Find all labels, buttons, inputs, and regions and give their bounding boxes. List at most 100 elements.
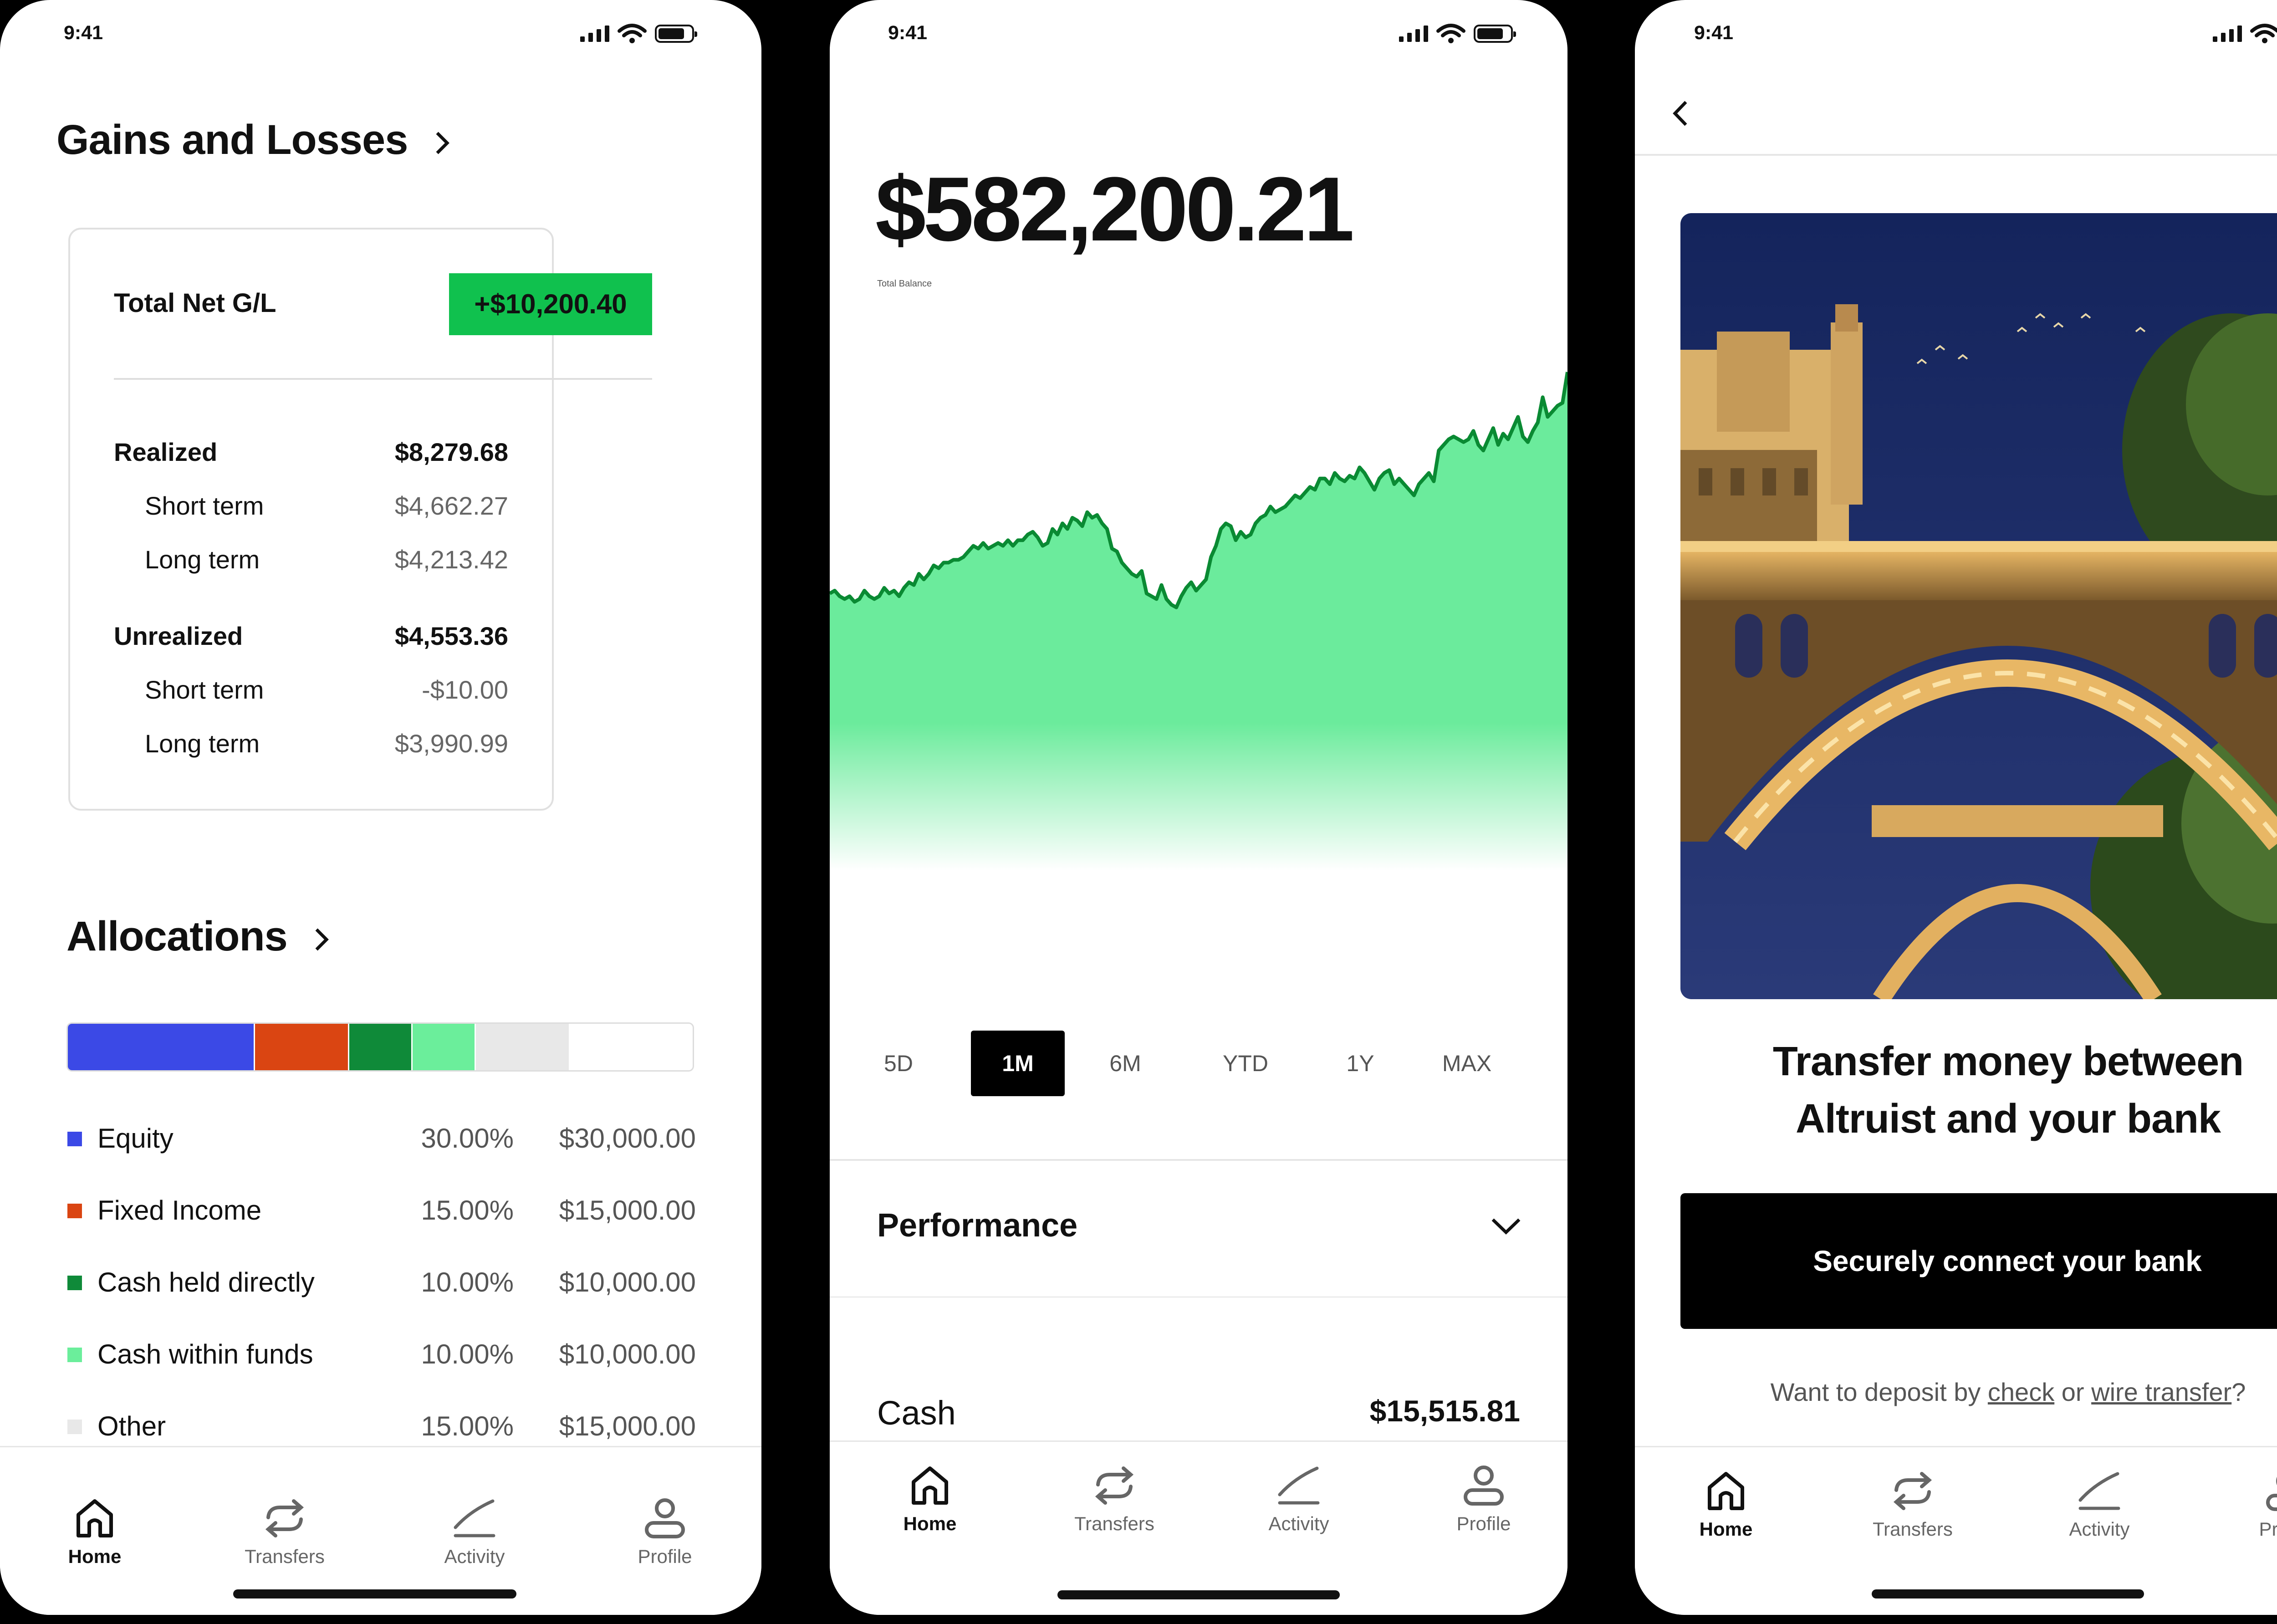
allocation-segment <box>349 1024 413 1070</box>
nav-transfers[interactable]: Transfers <box>1055 1465 1174 1535</box>
nav-transfers-label: Transfers <box>1873 1518 1953 1540</box>
allocation-name: Other <box>97 1411 166 1441</box>
transfer-heading-line2: Altruist and your bank <box>1795 1096 2221 1142</box>
transfer-heading: Transfer money between Altruist and your… <box>1635 1033 2277 1148</box>
chevron-right-icon <box>315 928 329 951</box>
status-time: 9:41 <box>1694 22 1734 44</box>
range-tab[interactable]: MAX <box>1420 1031 1514 1096</box>
battery-icon <box>1474 25 1516 43</box>
home-indicator <box>1872 1589 2144 1598</box>
nav-home-label: Home <box>68 1546 122 1567</box>
nav-activity-label: Activity <box>1268 1513 1329 1534</box>
allocation-name: Cash held directly <box>97 1267 315 1297</box>
total-balance-amount: $582,200.21 <box>875 158 1354 260</box>
allocation-swatch <box>67 1420 82 1434</box>
realized-short-value: $4,662.27 <box>394 491 508 520</box>
transfer-icon <box>1893 1472 1932 1510</box>
nav-home[interactable]: Home <box>1667 1470 1785 1540</box>
allocation-percent: 15.00% <box>421 1195 514 1226</box>
connect-bank-button[interactable]: Securely connect your bank <box>1680 1193 2277 1329</box>
activity-icon <box>454 1499 495 1537</box>
divider <box>830 1296 1567 1298</box>
deposit-options: Want to deposit by check or wire transfe… <box>1635 1377 2277 1407</box>
wifi-icon <box>1436 24 1465 43</box>
realized-long-label: Long term <box>145 545 260 574</box>
allocation-percent: 10.00% <box>421 1267 514 1297</box>
allocation-percent: 15.00% <box>421 1411 514 1441</box>
allocation-swatch <box>67 1132 82 1146</box>
nav-transfers-label: Transfers <box>1074 1513 1154 1534</box>
divider <box>1635 154 2277 156</box>
battery-icon <box>655 25 697 43</box>
back-chevron-icon[interactable] <box>1667 97 1694 129</box>
unrealized-short-value: -$10.00 <box>422 675 508 704</box>
allocation-name: Fixed Income <box>97 1195 262 1226</box>
nav-activity[interactable]: Activity <box>415 1497 534 1568</box>
realized-label: Realized <box>114 438 218 466</box>
profile-icon <box>2266 1476 2277 1511</box>
nav-profile-label: Profile <box>1456 1513 1511 1534</box>
status-icons <box>580 24 697 44</box>
check-link[interactable]: check <box>1988 1378 2054 1406</box>
range-tab[interactable]: YTD <box>1199 1031 1292 1096</box>
allocation-amount: $10,000.00 <box>559 1339 696 1369</box>
allocation-row: Cash within funds 10.00% $10,000.00 <box>67 1338 696 1375</box>
nav-activity[interactable]: Activity <box>1240 1465 1358 1535</box>
nav-profile-label: Profile <box>638 1546 692 1567</box>
allocation-segment <box>255 1024 349 1070</box>
home-indicator <box>233 1589 516 1598</box>
nav-profile[interactable]: Profile <box>1424 1465 1543 1535</box>
bottom-nav: Home Transfers Activity Profile <box>0 1446 761 1615</box>
bottom-nav: Home Transfers Activity Profile <box>830 1440 1567 1615</box>
gains-title-link[interactable]: Gains and Losses <box>56 116 453 164</box>
wire-transfer-link[interactable]: wire transfer <box>2091 1378 2231 1406</box>
nav-profile-label: Profile <box>2259 1518 2277 1540</box>
status-icons <box>2213 24 2277 44</box>
allocation-segment <box>413 1024 476 1070</box>
allocation-amount: $15,000.00 <box>559 1411 696 1441</box>
allocation-percent: 30.00% <box>421 1123 514 1154</box>
range-tab[interactable]: 6M <box>1078 1031 1172 1096</box>
gains-title: Gains and Losses <box>56 117 408 163</box>
status-time: 9:41 <box>888 22 928 44</box>
deposit-suffix: ? <box>2231 1378 2246 1406</box>
allocation-segment <box>476 1024 569 1070</box>
divider <box>830 1159 1567 1161</box>
range-tab[interactable]: 1M <box>971 1031 1065 1096</box>
nav-transfers[interactable]: Transfers <box>1853 1470 1972 1540</box>
nav-transfers-label: Transfers <box>245 1546 325 1567</box>
nav-activity[interactable]: Activity <box>2040 1470 2159 1540</box>
allocation-row: Equity 30.00% $30,000.00 <box>67 1123 696 1159</box>
allocation-amount: $30,000.00 <box>559 1123 696 1154</box>
nav-transfers[interactable]: Transfers <box>225 1497 344 1568</box>
allocation-bar <box>66 1022 694 1072</box>
nav-home[interactable]: Home <box>36 1497 154 1568</box>
nav-profile[interactable]: Profile <box>606 1497 724 1568</box>
allocation-swatch <box>67 1348 82 1362</box>
wifi-icon <box>618 24 647 43</box>
range-tab[interactable]: 5D <box>852 1031 945 1096</box>
transfer-icon <box>265 1499 304 1537</box>
nav-home[interactable]: Home <box>871 1465 989 1535</box>
home-icon <box>912 1466 948 1505</box>
allocation-amount: $10,000.00 <box>559 1267 696 1297</box>
nav-profile[interactable]: Profile <box>2227 1470 2277 1540</box>
signal-icon <box>2213 26 2242 42</box>
signal-icon <box>580 26 609 42</box>
chart-area <box>830 372 1567 938</box>
activity-icon <box>2078 1472 2120 1510</box>
allocations-title-link[interactable]: Allocations <box>66 913 332 960</box>
allocation-row: Cash held directly 10.00% $10,000.00 <box>67 1267 696 1303</box>
balance-screen: 9:41 $582,200.21 Total Balance 5D 1M 6M YTD… <box>830 0 1567 1615</box>
transfer-icon <box>1095 1466 1134 1505</box>
profile-icon <box>1464 1466 1504 1506</box>
range-tab[interactable]: 1Y <box>1313 1031 1407 1096</box>
deposit-prefix: Want to deposit by <box>1770 1378 1988 1406</box>
gains-card: Total Net G/L +$10,200.40 Realized $8,27… <box>68 228 652 811</box>
performance-section[interactable]: Performance <box>830 1161 1567 1296</box>
chevron-right-icon <box>436 132 449 154</box>
chevron-down-icon <box>1491 1218 1521 1235</box>
unrealized-long-label: Long term <box>145 729 260 758</box>
cash-value: $15,515.81 <box>1369 1394 1520 1428</box>
home-icon <box>77 1499 113 1537</box>
